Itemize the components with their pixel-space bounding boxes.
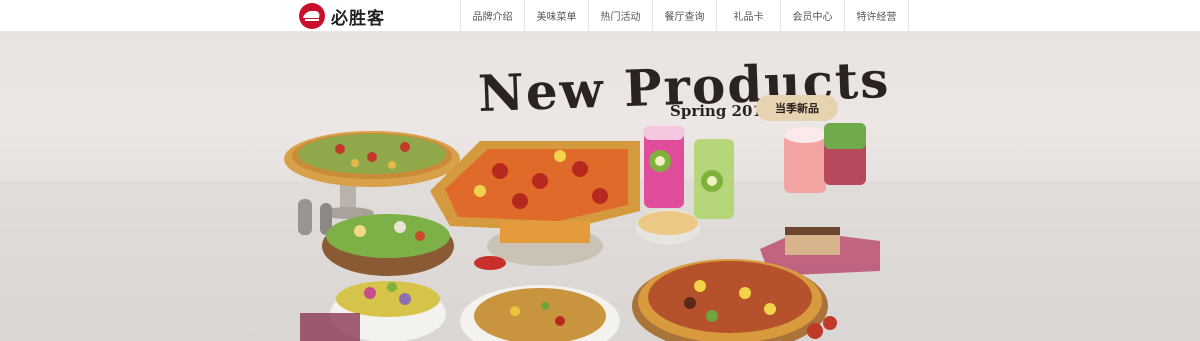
hero-banner[interactable]: New Products Spring 2018 当季新品 (0, 31, 1200, 341)
brand-logo[interactable]: 必胜客 (299, 3, 385, 29)
nav-item-gift-card[interactable]: 礼品卡 (716, 0, 780, 31)
nav-item-restaurant-search[interactable]: 餐厅查询 (652, 0, 716, 31)
nav-item-menu[interactable]: 美味菜单 (524, 0, 588, 31)
nav-item-brand-intro[interactable]: 品牌介绍 (460, 0, 524, 31)
top-navbar: 必胜客 品牌介绍 美味菜单 热门活动 餐厅查询 礼品卡 会员中心 特许经营 (0, 0, 1200, 32)
square-pizza (430, 141, 640, 231)
new-season-badge: 当季新品 (756, 95, 838, 121)
nav-item-member-center[interactable]: 会员中心 (780, 0, 844, 31)
nav-item-promotions[interactable]: 热门活动 (588, 0, 652, 31)
nav-item-franchise[interactable]: 特许经营 (844, 0, 909, 31)
brand-name: 必胜客 (331, 8, 385, 29)
pizza-hut-roof-icon (299, 3, 325, 29)
main-nav: 品牌介绍 美味菜单 热门活动 餐厅查询 礼品卡 会员中心 特许经营 (460, 0, 909, 31)
salad-bowl (322, 214, 454, 276)
